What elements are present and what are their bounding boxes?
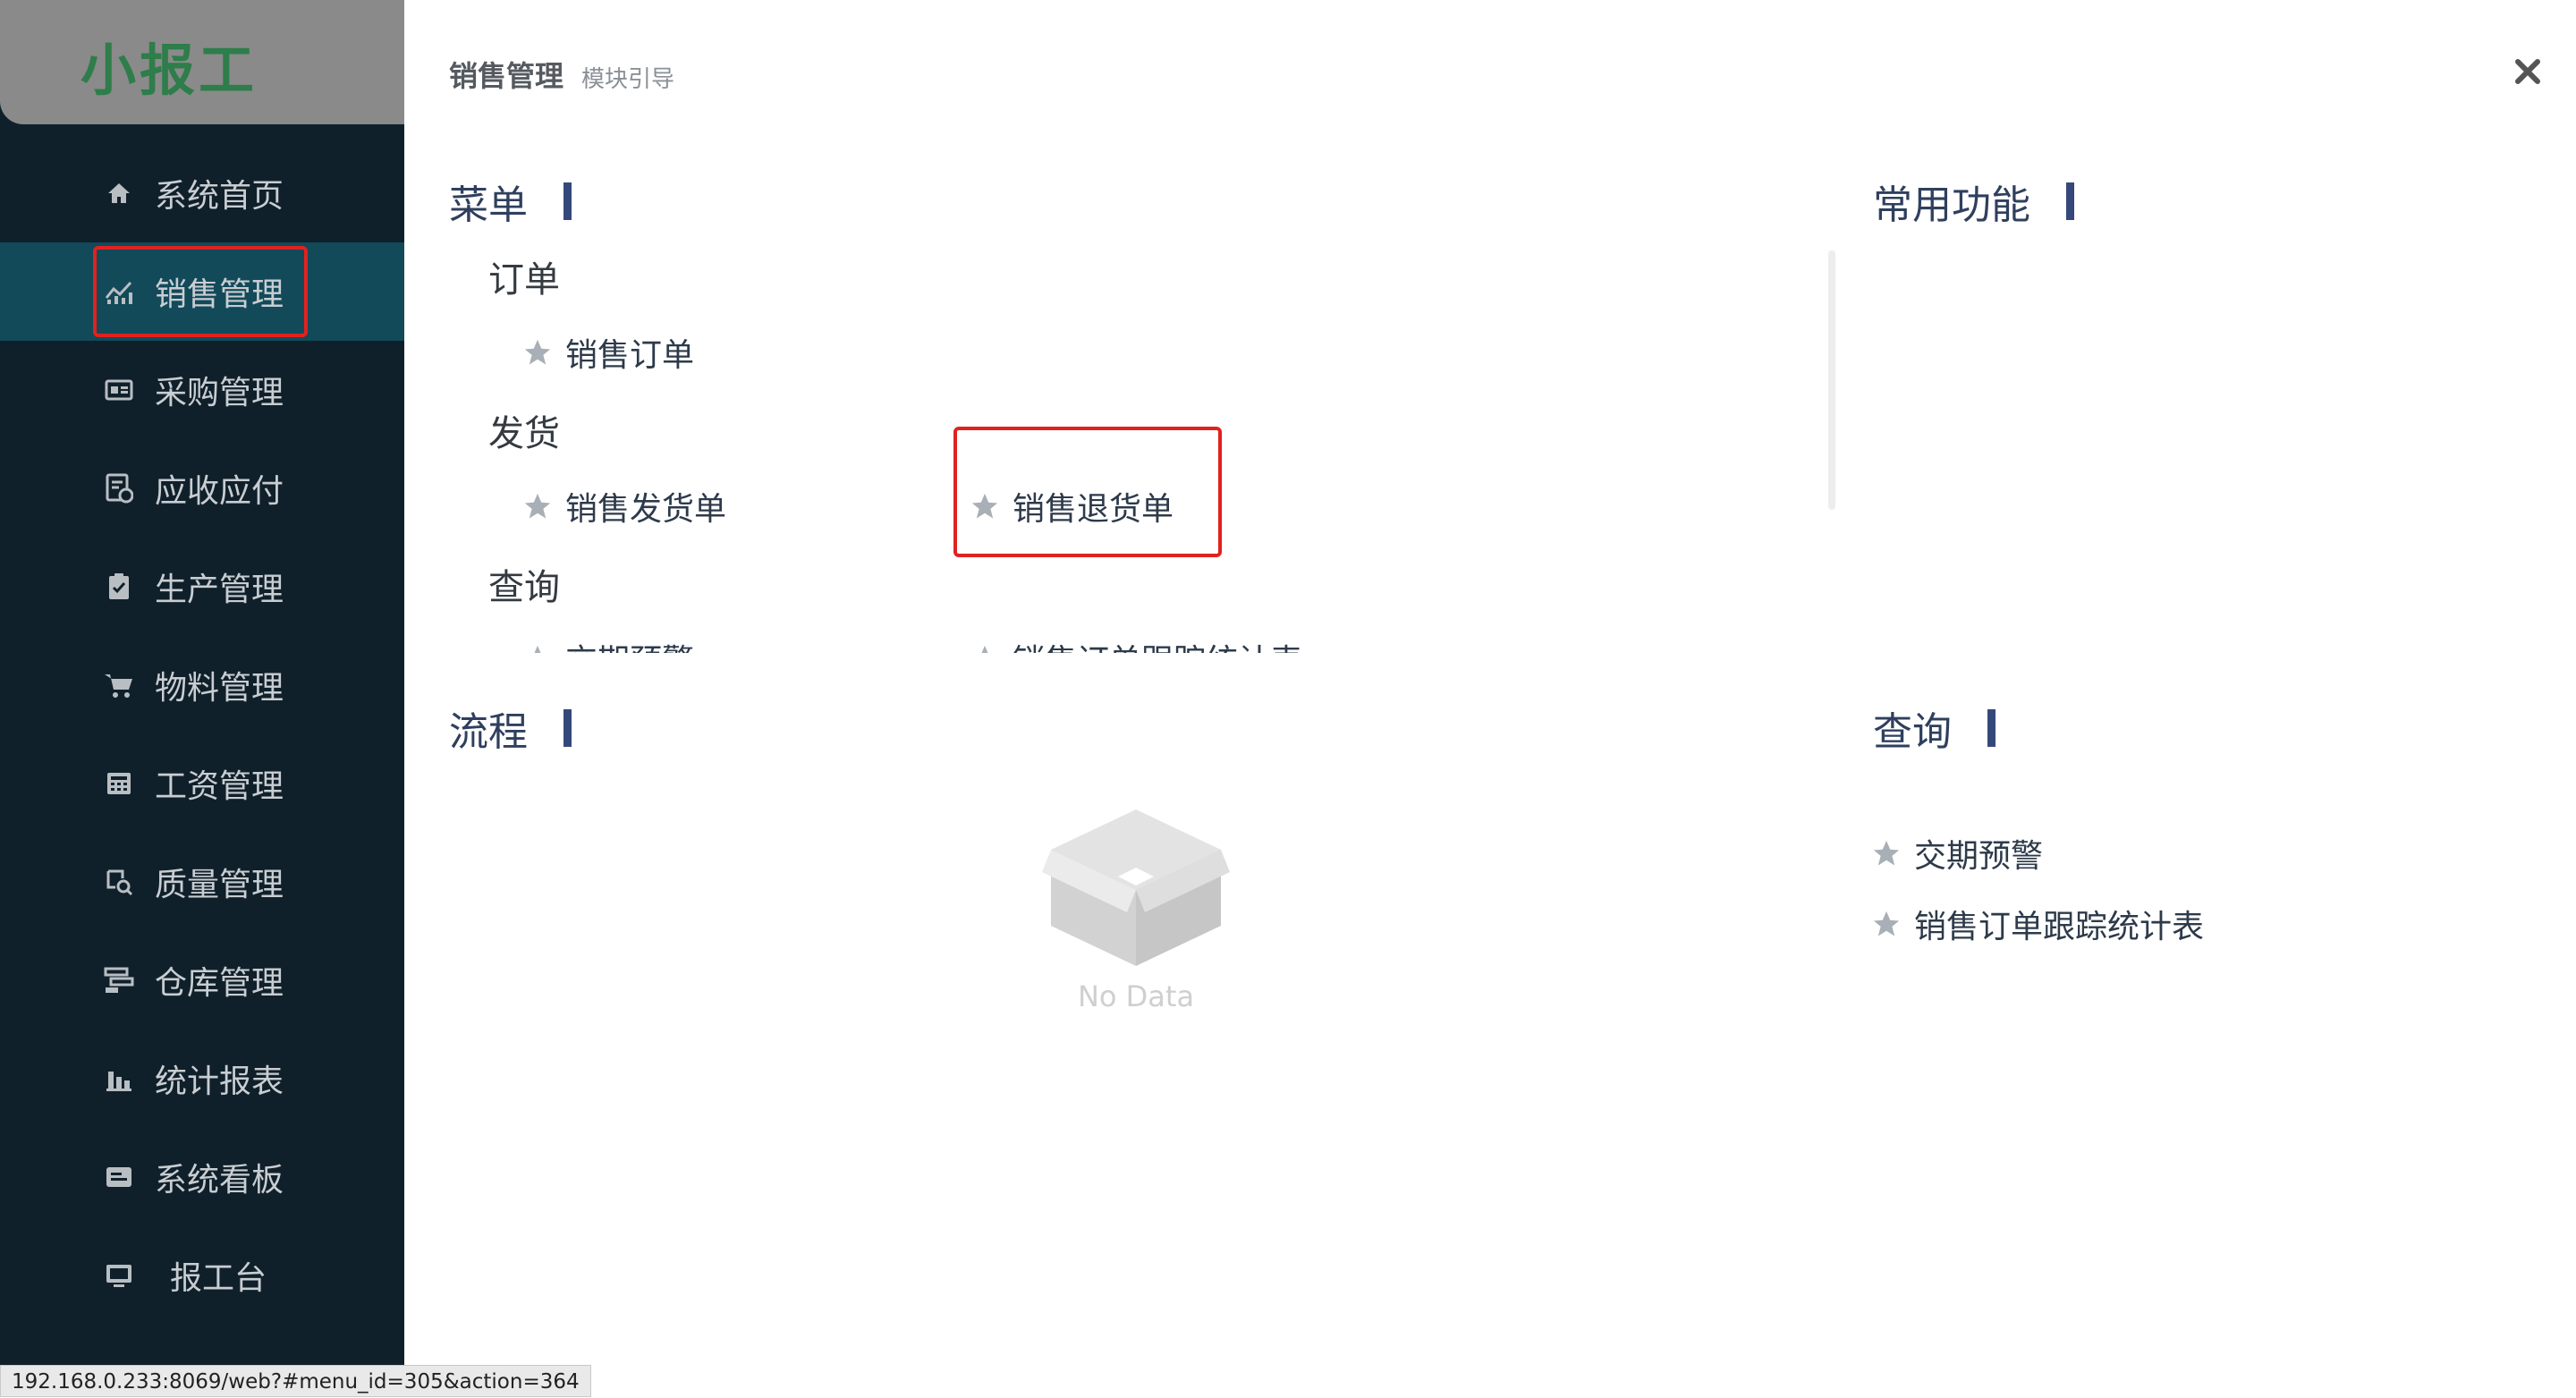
close-button[interactable] [2510,54,2546,89]
empty-box-icon [1042,809,1230,966]
title-accent-bar [564,182,572,220]
sidebar-item-label: 质量管理 [155,867,284,903]
sidebar-item-workstation[interactable]: 报工台 [0,1226,404,1325]
sidebar-item-purchase[interactable]: 采购管理 [0,341,404,439]
sidebar-item-dashboard[interactable]: 系统看板 [0,1128,404,1226]
sidebar-item-label: 采购管理 [155,375,284,411]
sidebar-item-label: 统计报表 [155,1063,284,1100]
menu-link-label: 交期预警 [565,635,694,653]
menu-link-label: 销售订单 [565,337,695,374]
flow-section-title: 流程 [449,699,572,757]
cart-icon [104,670,134,700]
menu-link-label: 销售订单跟踪统计表 [1013,635,1302,653]
menu-section-title: 菜单 [449,173,572,230]
sidebar-item-label: 应收应付 [155,473,284,510]
sidebar-item-label: 系统首页 [155,178,284,215]
no-data-text: No Data [1077,979,1195,1013]
query-link-order-tracking[interactable]: 销售订单跟踪统计表 [1871,901,2204,947]
monitor-icon [104,1260,134,1291]
star-icon[interactable] [522,491,553,521]
page-title: 销售管理 [449,59,564,93]
calculator-icon [104,768,134,799]
board-icon [104,1162,134,1192]
group-title-order: 订单 [488,259,560,301]
clipboard-icon [104,572,134,602]
title-accent-bar [1987,709,1996,747]
menu-link-delivery-warning[interactable]: 交期预警 [522,635,694,653]
menu-scrollbar[interactable] [1828,250,1835,510]
sidebar-item-reports[interactable]: 统计报表 [0,1029,404,1128]
menu-link-delivery-note[interactable]: 销售发货单 [522,483,726,530]
sales-highlight-box [93,246,308,337]
group-title-query: 查询 [488,567,560,608]
app-logo: 小报工 [80,38,258,103]
warehouse-icon [104,965,134,996]
title-accent-bar [564,709,572,747]
sidebar-item-warehouse[interactable]: 仓库管理 [0,931,404,1029]
star-icon[interactable] [1871,838,1902,868]
sidebar-item-label: 系统看板 [155,1162,284,1199]
query-section-title: 查询 [1873,699,1996,757]
menu-link-label: 销售发货单 [565,491,727,528]
star-icon[interactable] [522,643,553,653]
sidebar-item-quality[interactable]: 质量管理 [0,833,404,931]
page-subtitle: 模块引导 [581,66,675,93]
query-link-delivery-warning[interactable]: 交期预警 [1871,830,2043,877]
ledger-icon [104,473,134,504]
common-title-text: 常用功能 [1873,182,2030,228]
menu-title-text: 菜单 [449,182,528,228]
sidebar-item-receivable[interactable]: 应收应付 [0,439,404,538]
sidebar-item-label: 报工台 [170,1260,267,1297]
menu-link-order-tracking[interactable]: 销售订单跟踪统计表 [970,635,1302,653]
return-note-highlight-box [953,427,1222,557]
sidebar-item-label: 工资管理 [155,768,284,805]
common-section-title: 常用功能 [1873,173,2074,230]
sidebar-item-material[interactable]: 物料管理 [0,636,404,734]
sidebar: 小报工 系统首页 销售管理 采购管理 应收应付 生产管理 物料管理 工资管理 质… [0,0,404,1397]
query-link-label: 销售订单跟踪统计表 [1914,909,2205,945]
group-title-shipping: 发货 [488,413,560,454]
title-accent-bar [2066,182,2074,220]
star-icon[interactable] [522,337,553,368]
sidebar-item-home[interactable]: 系统首页 [0,144,404,242]
purchase-icon [104,375,134,405]
query-link-label: 交期预警 [1914,838,2044,875]
flow-title-text: 流程 [449,709,528,755]
star-icon[interactable] [1871,909,1902,939]
home-icon [104,178,134,208]
sidebar-item-label: 生产管理 [155,572,284,608]
sidebar-item-salary[interactable]: 工资管理 [0,734,404,833]
logo-area: 小报工 [0,0,404,124]
close-icon [2515,59,2540,84]
sidebar-item-label: 仓库管理 [155,965,284,1002]
query-title-text: 查询 [1873,709,1952,755]
sidebar-item-production[interactable]: 生产管理 [0,538,404,636]
sidebar-item-label: 物料管理 [155,670,284,707]
bar-chart-icon [104,1063,134,1094]
quality-icon [104,867,134,897]
star-icon[interactable] [970,643,1000,653]
status-url-bar: 192.168.0.233:8069/web?#menu_id=305&acti… [0,1365,591,1397]
menu-link-sales-order[interactable]: 销售订单 [522,329,694,376]
no-data-placeholder: No Data [1038,801,1234,1013]
